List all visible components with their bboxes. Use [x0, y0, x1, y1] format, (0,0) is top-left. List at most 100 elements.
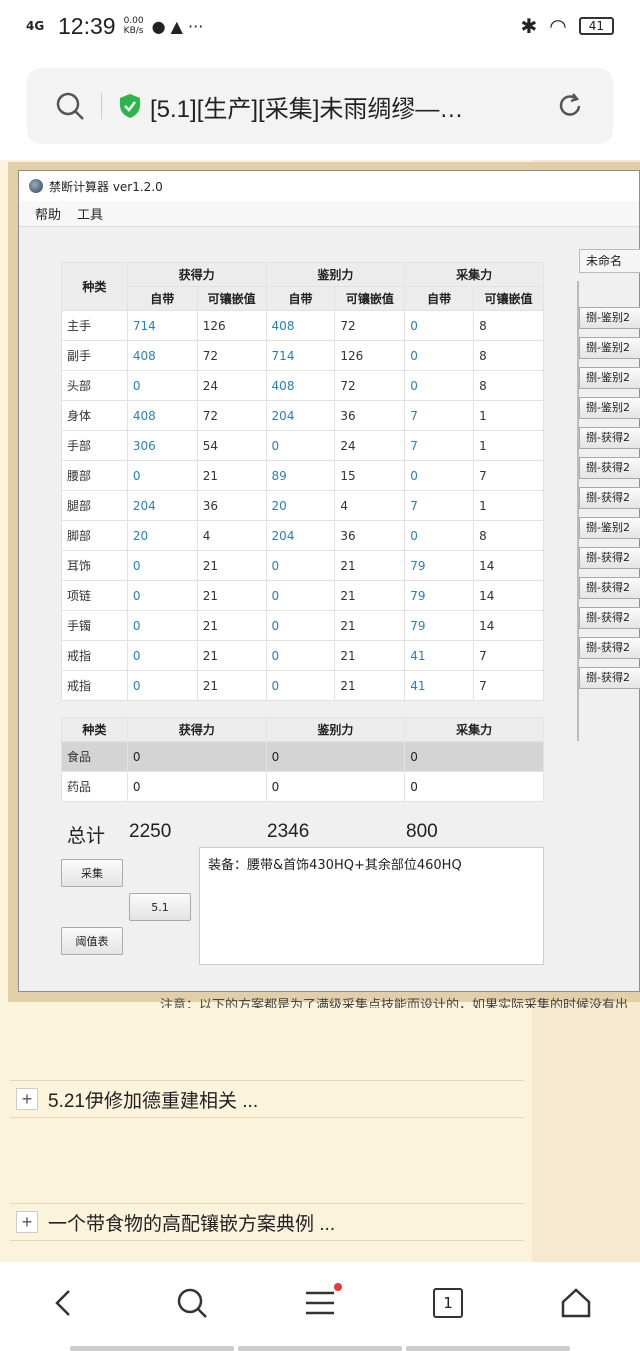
notes-textarea[interactable]: 装备：腰带&首饰430HQ+其余部位460HQ [199, 847, 544, 965]
table-row[interactable]: 药品 0 0 0 [61, 771, 544, 802]
cell-value: 21 [196, 610, 267, 641]
preset-button[interactable]: 捌-获得2 [579, 427, 640, 449]
header-ident: 鉴别力 [265, 717, 406, 742]
cell-value: 0 [404, 370, 475, 401]
table-row[interactable]: 身体 408 72 204 36 7 1 [61, 400, 544, 431]
back-button[interactable] [44, 1283, 84, 1323]
cell-value: 14 [473, 580, 544, 611]
row-name: 药品 [61, 771, 128, 802]
menu-help[interactable]: 帮助 [35, 204, 61, 223]
cell-value: 0 [265, 610, 336, 641]
preset-button[interactable]: 捌-鉴别2 [579, 397, 640, 419]
table-row[interactable]: 脚部 20 4 204 36 0 8 [61, 520, 544, 551]
thread-title: 一个带食物的高配镶嵌方案典例 ... [48, 1213, 336, 1235]
search-button[interactable] [172, 1283, 212, 1323]
header-type: 种类 [61, 717, 128, 742]
cell-value: 24 [196, 370, 267, 401]
row-name: 手镯 [61, 610, 128, 641]
cell-value: 714 [126, 310, 198, 341]
cell-value: 0 [126, 741, 267, 772]
cell-value: 0 [126, 670, 198, 701]
threshold-table-button[interactable]: 阈值表 [61, 927, 123, 955]
address-bar[interactable]: [5.1][生产][采集]未雨绸缪—… [27, 68, 613, 144]
preset-button[interactable]: 捌-获得2 [579, 607, 640, 629]
table-row[interactable]: 戒指 0 21 0 21 41 7 [61, 640, 544, 671]
preset-panel: 未命名 捌-鉴别2 捌-鉴别2 捌-鉴别2 捌-鉴别2 捌-获得2 捌-获得2 捌-获得2 捌… [579, 249, 640, 697]
header-gather: 采集力 [404, 262, 544, 287]
preset-button[interactable]: 捌-获得2 [579, 577, 640, 599]
preset-button[interactable]: 捌-获得2 [579, 457, 640, 479]
row-name: 食品 [61, 741, 128, 772]
cell-value: 8 [473, 370, 544, 401]
bluetooth-icon: ✱ [520, 14, 538, 38]
total-label: 总计 [67, 826, 106, 847]
consumable-table: 种类 获得力 鉴别力 采集力 食品 0 0 0 药品 0 0 0 [61, 717, 544, 802]
cell-value: 0 [126, 640, 198, 671]
preset-button[interactable]: 捌-鉴别2 [579, 337, 640, 359]
row-name: 戒指 [61, 640, 128, 671]
expand-icon[interactable]: + [16, 1211, 38, 1233]
cell-value: 21 [196, 580, 267, 611]
table-row[interactable]: 手镯 0 21 0 21 79 14 [61, 610, 544, 641]
cell-value: 1 [473, 430, 544, 461]
article-caption: 注意：以下的方案都是为了满级采集点技能而设计的，如果实际采集的时候没有出 [160, 998, 629, 1008]
table-row[interactable]: 耳饰 0 21 0 21 79 14 [61, 550, 544, 581]
expand-icon[interactable]: + [16, 1088, 38, 1110]
cell-value: 72 [196, 340, 267, 371]
cell-value: 89 [265, 460, 336, 491]
collect-button[interactable]: 采集 [61, 859, 123, 887]
row-name: 腰部 [61, 460, 128, 491]
cell-value: 21 [334, 610, 406, 641]
cell-value: 15 [334, 460, 406, 491]
tabs-button[interactable]: 1 [428, 1283, 468, 1323]
cell-value: 0 [126, 610, 198, 641]
row-name: 身体 [61, 400, 128, 431]
row-name: 主手 [61, 310, 128, 341]
preset-button[interactable]: 捌-鉴别2 [579, 367, 640, 389]
home-button[interactable] [556, 1283, 596, 1323]
preset-button[interactable]: 捌-获得2 [579, 667, 640, 689]
subheader-meld: 可镶嵌值 [334, 286, 406, 311]
table-row[interactable]: 副手 408 72 714 126 0 8 [61, 340, 544, 371]
row-name: 副手 [61, 340, 128, 371]
thread-item[interactable]: + 一个带食物的高配镶嵌方案典例 ... [10, 1203, 524, 1241]
cell-value: 21 [196, 670, 267, 701]
cell-value: 0 [404, 771, 544, 802]
preset-name-field[interactable]: 未命名 [579, 249, 640, 273]
refresh-icon[interactable] [555, 91, 585, 121]
table-row[interactable]: 腿部 204 36 20 4 7 1 [61, 490, 544, 521]
subheader-own: 自带 [126, 286, 198, 311]
table-row[interactable]: 戒指 0 21 0 21 41 7 [61, 670, 544, 701]
preset-button[interactable]: 捌-获得2 [579, 637, 640, 659]
cell-value: 79 [404, 580, 475, 611]
cell-value: 204 [126, 490, 198, 521]
cell-value: 204 [265, 520, 336, 551]
table-row[interactable]: 主手 714 126 408 72 0 8 [61, 310, 544, 341]
cell-value: 7 [473, 640, 544, 671]
preset-button[interactable]: 捌-获得2 [579, 487, 640, 509]
subheader-meld: 可镶嵌值 [473, 286, 544, 311]
cell-value: 41 [404, 670, 475, 701]
tab-count-icon: 1 [433, 1287, 463, 1318]
menu-tools[interactable]: 工具 [77, 204, 103, 223]
network-indicator: 4G [26, 19, 45, 33]
version-button[interactable]: 5.1 [129, 893, 191, 921]
table-row[interactable]: 手部 306 54 0 24 7 1 [61, 430, 544, 461]
preset-button[interactable]: 捌-鉴别2 [579, 307, 640, 329]
search-icon[interactable] [55, 91, 85, 121]
menu-button[interactable] [300, 1282, 342, 1323]
preset-button[interactable]: 捌-鉴别2 [579, 517, 640, 539]
cell-value: 21 [334, 670, 406, 701]
home-icon [561, 1287, 591, 1317]
cell-value: 126 [196, 310, 267, 341]
table-row[interactable]: 头部 0 24 408 72 0 8 [61, 370, 544, 401]
battery-indicator: 41 [578, 17, 614, 35]
table-row[interactable]: 项链 0 21 0 21 79 14 [61, 580, 544, 611]
table-row[interactable]: 腰部 0 21 89 15 0 7 [61, 460, 544, 491]
cell-value: 4 [334, 490, 406, 521]
table-row[interactable]: 食品 0 0 0 [61, 741, 544, 772]
header-gather: 采集力 [404, 717, 544, 742]
thread-item[interactable]: + 5.21伊修加德重建相关 ... [10, 1080, 524, 1118]
preset-button[interactable]: 捌-获得2 [579, 547, 640, 569]
cell-value: 72 [196, 400, 267, 431]
